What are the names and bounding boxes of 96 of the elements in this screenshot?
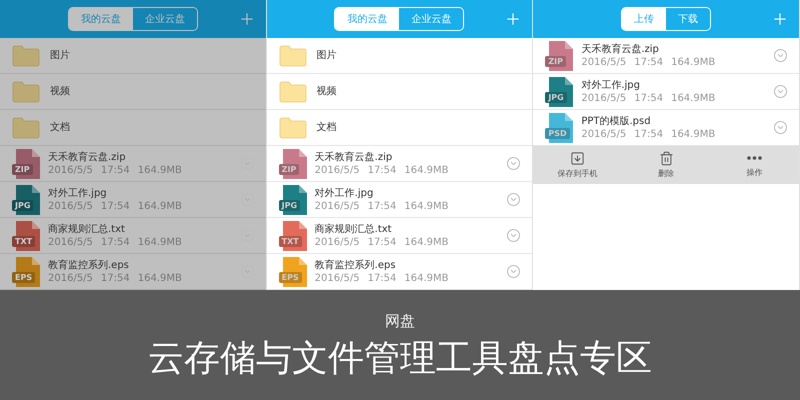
- file-date: 2016/5/5: [48, 272, 93, 284]
- file-type-label: ZIP: [278, 164, 300, 174]
- file-size: 164.9MB: [138, 200, 182, 212]
- file-type-label: JPG: [278, 200, 300, 210]
- file-time: 17:54: [100, 200, 130, 212]
- expand-icon[interactable]: [507, 193, 520, 206]
- file-name: 商家规则汇总.txt: [48, 222, 126, 236]
- banner-title: 云存储与文件管理工具盘点专区: [148, 338, 652, 380]
- trash-icon: [658, 150, 674, 166]
- folder-row[interactable]: 图片: [0, 38, 266, 74]
- download-icon: [570, 150, 586, 166]
- expand-icon[interactable]: [507, 265, 520, 278]
- file-time: 17:54: [634, 128, 664, 140]
- folder-row[interactable]: 文档: [0, 110, 266, 146]
- file-name: 天禾教育云盘.zip: [48, 150, 127, 164]
- folder-name: 图片: [50, 48, 70, 63]
- file-type-label: EPS: [278, 272, 302, 282]
- file-date: 2016/5/5: [581, 92, 626, 104]
- file-size: 164.9MB: [404, 236, 449, 248]
- file-type-label: EPS: [12, 272, 36, 282]
- banner-category: 网盘: [385, 310, 415, 332]
- file-size: 164.9MB: [138, 164, 182, 176]
- file-row[interactable]: EPS 教育监控系列.eps 2016/5/5 17:54 164.9MB: [0, 254, 266, 290]
- expand-icon[interactable]: [774, 121, 787, 134]
- file-name: 对外工作.jpg: [48, 186, 108, 200]
- file-name: 商家规则汇总.txt: [314, 222, 393, 236]
- file-row[interactable]: ZIP 天禾教育云盘.zip 2016/5/5 17:54 164.9MB: [533, 38, 799, 74]
- file-name: 对外工作.jpg: [581, 78, 641, 92]
- file-row[interactable]: TXT 商家规则汇总.txt 2016/5/5 17:54 164.9MB: [0, 218, 266, 254]
- file-name: 教育监控系列.eps: [48, 258, 130, 272]
- file-date: 2016/5/5: [48, 200, 93, 212]
- folder-row[interactable]: 视频: [0, 74, 266, 110]
- file-type-label: JPG: [12, 200, 34, 210]
- file-time: 17:54: [100, 272, 130, 284]
- expand-icon[interactable]: [774, 49, 787, 62]
- action-button[interactable]: 保存到手机: [533, 146, 622, 184]
- file-row[interactable]: ZIP 天禾教育云盘.zip 2016/5/5 17:54 164.9MB: [0, 146, 266, 182]
- action-button[interactable]: 删除: [622, 146, 710, 184]
- file-row[interactable]: JPG 对外工作.jpg 2016/5/5 17:54 164.9MB: [533, 74, 799, 110]
- file-date: 2016/5/5: [48, 164, 93, 176]
- file-date: 2016/5/5: [581, 56, 626, 68]
- file-date: 2016/5/5: [581, 128, 626, 140]
- folder-name: 文档: [50, 120, 70, 135]
- file-name: 教育监控系列.eps: [314, 258, 397, 272]
- file-name: 对外工作.jpg: [314, 186, 374, 200]
- expand-icon[interactable]: [774, 85, 787, 98]
- file-name: 天禾教育云盘.zip: [581, 42, 660, 56]
- file-time: 17:54: [634, 56, 664, 68]
- file-type-label: TXT: [278, 236, 302, 246]
- expand-icon[interactable]: [507, 229, 520, 242]
- file-date: 2016/5/5: [48, 236, 93, 248]
- folder-icon: [12, 80, 40, 102]
- file-size: 164.9MB: [404, 272, 449, 284]
- file-row[interactable]: ZIP 天禾教育云盘.zip 2016/5/5 17:54 164.9MB: [266, 146, 532, 182]
- folder-icon: [278, 44, 307, 66]
- folder-icon: [12, 44, 40, 66]
- file-time: 17:54: [368, 200, 396, 212]
- file-size: 164.9MB: [671, 128, 716, 140]
- file-time: 17:54: [100, 236, 130, 248]
- file-date: 2016/5/5: [314, 236, 360, 248]
- folder-name: 文档: [316, 120, 337, 135]
- file-row[interactable]: EPS 教育监控系列.eps 2016/5/5 17:54 164.9MB: [266, 254, 532, 290]
- file-type-label: ZIP: [545, 56, 566, 66]
- file-type-label: TXT: [12, 236, 36, 246]
- file-size: 164.9MB: [671, 56, 716, 68]
- file-row[interactable]: JPG 对外工作.jpg 2016/5/5 17:54 164.9MB: [0, 182, 266, 218]
- file-name: 天禾教育云盘.zip: [314, 150, 394, 164]
- file-size: 164.9MB: [404, 164, 449, 176]
- file-time: 17:54: [368, 236, 396, 248]
- folder-name: 视频: [50, 84, 70, 99]
- file-row[interactable]: JPG 对外工作.jpg 2016/5/5 17:54 164.9MB: [266, 182, 532, 218]
- file-type-label: JPG: [545, 92, 567, 102]
- file-size: 164.9MB: [671, 92, 716, 104]
- file-time: 17:54: [634, 92, 664, 104]
- folder-icon: [12, 116, 40, 138]
- expand-icon[interactable]: [507, 157, 520, 170]
- file-date: 2016/5/5: [314, 164, 360, 176]
- file-date: 2016/5/5: [314, 272, 360, 284]
- file-date: 2016/5/5: [314, 200, 360, 212]
- file-time: 17:54: [100, 164, 130, 176]
- file-name: PPT的模版.psd: [581, 114, 652, 128]
- action-button[interactable]: 操作: [710, 146, 799, 184]
- file-size: 164.9MB: [138, 236, 182, 248]
- file-type-label: ZIP: [12, 164, 33, 174]
- folder-name: 图片: [316, 48, 337, 63]
- folder-icon: [278, 116, 307, 138]
- file-size: 164.9MB: [404, 200, 449, 212]
- file-time: 17:54: [368, 272, 396, 284]
- folder-name: 视频: [316, 84, 337, 99]
- file-size: 164.9MB: [138, 272, 182, 284]
- more-icon: [747, 156, 762, 160]
- file-time: 17:54: [368, 164, 396, 176]
- file-row[interactable]: TXT 商家规则汇总.txt 2016/5/5 17:54 164.9MB: [266, 218, 532, 254]
- file-row[interactable]: PSD PPT的模版.psd 2016/5/5 17:54 164.9MB: [533, 110, 799, 146]
- folder-icon: [278, 80, 307, 102]
- file-type-label: PSD: [545, 128, 570, 138]
